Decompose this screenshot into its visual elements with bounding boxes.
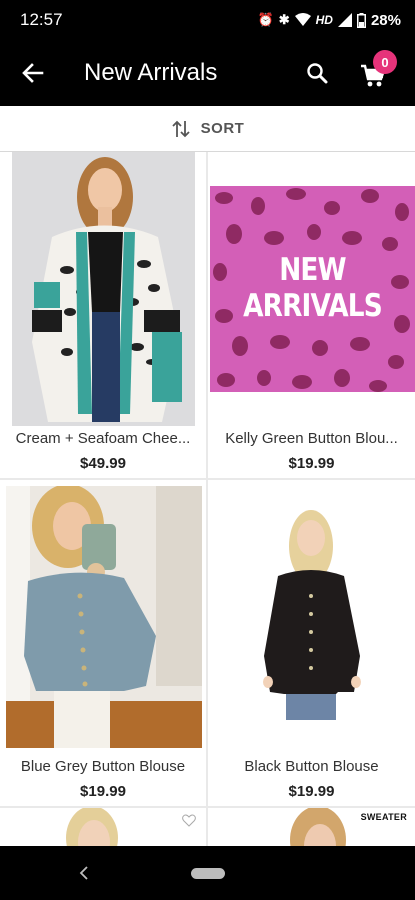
product-price: $49.99	[80, 455, 126, 472]
chevron-left-icon	[79, 866, 88, 880]
status-icons: ⏰ ✱ HD 28%	[258, 12, 401, 29]
status-bar: 12:57 ⏰ ✱ HD 28%	[0, 0, 415, 40]
search-icon	[307, 63, 328, 84]
back-arrow-icon	[22, 63, 44, 83]
network-label: HD	[315, 13, 333, 27]
product-image	[0, 808, 206, 846]
signal-icon	[337, 13, 352, 27]
status-time: 12:57	[20, 10, 63, 29]
category-tag: SWEATER	[360, 812, 407, 822]
product-card[interactable]	[0, 808, 206, 846]
sort-arrows-icon	[172, 120, 190, 137]
wifi-icon	[294, 13, 311, 26]
alarm-icon: ⏰	[257, 12, 274, 27]
product-image	[208, 486, 415, 748]
banner-line-1: NEW	[279, 252, 346, 288]
product-price: $19.99	[288, 783, 335, 800]
product-image	[12, 152, 195, 426]
product-card[interactable]: Cream + Seafoam Chee... $49.99	[0, 152, 206, 478]
nav-home-pill[interactable]	[191, 868, 225, 879]
app-bar: New Arrivals 0	[0, 40, 415, 106]
cart-button[interactable]: 0	[349, 40, 397, 106]
nav-back-button[interactable]	[72, 860, 96, 886]
product-card[interactable]: Blue Grey Button Blouse $19.99	[0, 480, 206, 806]
product-price: $19.99	[288, 455, 335, 472]
product-image: NEW ARRIVALS	[210, 186, 415, 392]
cart-count-badge: 0	[373, 50, 397, 74]
product-image	[6, 486, 202, 748]
battery-icon	[356, 12, 366, 28]
product-price: $19.99	[80, 783, 126, 800]
sort-label: SORT	[200, 120, 245, 137]
banner-line-2: ARRIVALS	[243, 288, 383, 324]
bluetooth-icon: ✱	[278, 12, 290, 27]
heart-icon[interactable]	[182, 814, 196, 827]
product-card[interactable]: Black Button Blouse $19.99	[208, 480, 415, 806]
page-title: New Arrivals	[84, 59, 218, 86]
banner-text: NEW ARRIVALS	[225, 252, 399, 324]
product-name: Black Button Blouse	[244, 758, 379, 775]
product-card[interactable]: SWEATER	[208, 808, 415, 846]
battery-percent: 28%	[370, 11, 401, 29]
back-button[interactable]	[0, 40, 66, 106]
product-card[interactable]: NEW ARRIVALS Kelly Green Button Blou... …	[208, 152, 415, 478]
sort-button[interactable]: SORT	[0, 106, 415, 152]
product-name: Blue Grey Button Blouse	[20, 758, 186, 775]
product-name: Kelly Green Button Blou...	[225, 430, 398, 447]
product-grid: Cream + Seafoam Chee... $49.99 NEW ARRIV…	[0, 152, 415, 846]
product-name: Cream + Seafoam Chee...	[15, 430, 191, 447]
system-nav-bar	[0, 846, 415, 900]
search-button[interactable]	[295, 40, 339, 106]
